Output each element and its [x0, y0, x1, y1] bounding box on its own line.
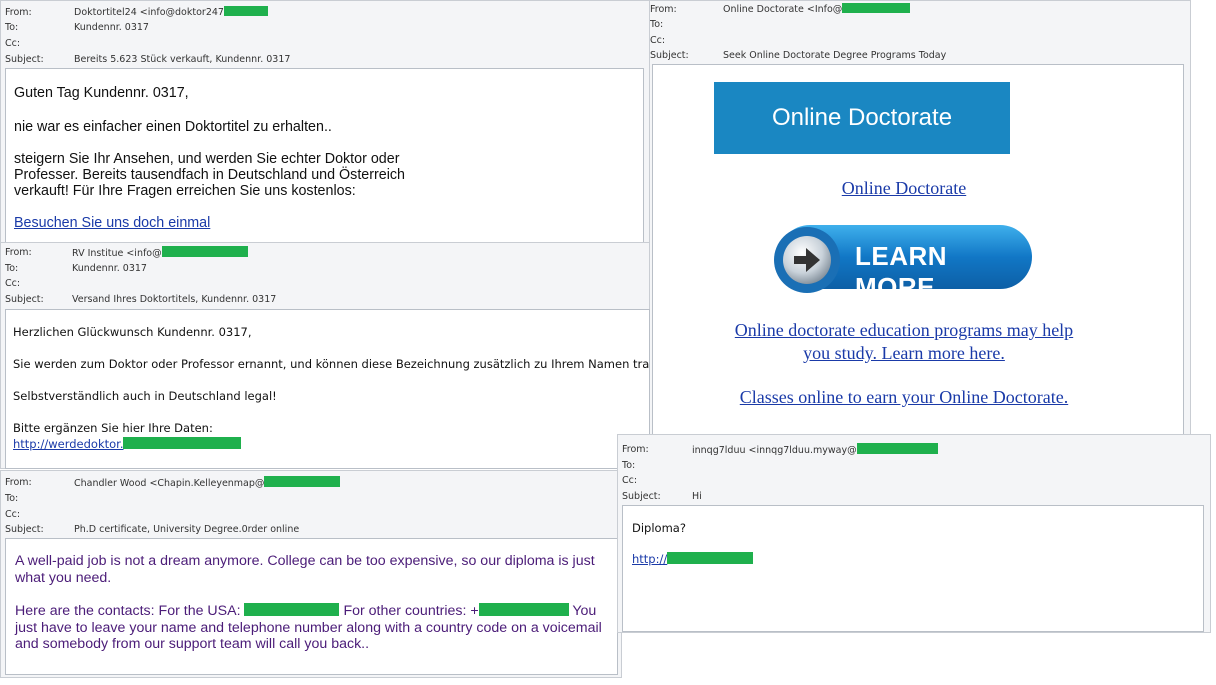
intro-text: nie war es einfacher einen Doktortitel z… [14, 119, 332, 135]
email-header: From: RV Institue <info@ To: Kundennr. 031… [1, 243, 649, 305]
cc-label: Cc: [5, 278, 21, 289]
learn-more-button[interactable]: LEARN MORE [772, 221, 1034, 302]
email-body: Online Doctorate Online Doctorate LEARN … [652, 64, 1184, 439]
from-value: Doktortitel24 <info@doktor247 [74, 6, 268, 20]
subject-label: Subject: [650, 50, 689, 61]
email-header: From: Doktortitel24 <info@doktor247 To: Ku… [1, 1, 649, 65]
learn-more-label: LEARN MORE [855, 241, 948, 302]
subject-value: Ph.D certificate, University Degree.0rde… [74, 524, 300, 535]
cc-label: Cc: [5, 38, 21, 49]
redaction-bar [244, 603, 340, 616]
to-label: To: [5, 22, 19, 33]
redaction-bar [478, 603, 569, 616]
online-doctorate-link[interactable]: Online Doctorate [653, 178, 1155, 199]
to-label: To: [650, 19, 664, 30]
cc-label: Cc: [5, 509, 21, 520]
email-header: From: Online Doctorate <Info@ To: Cc: Sub… [646, 1, 1190, 63]
from-label: From: [5, 247, 32, 258]
body-text-line: Professer. Bereits tausendfach in Deutsc… [14, 167, 405, 183]
redaction-bar [223, 6, 268, 16]
diploma-link[interactable]: http:// [632, 552, 754, 566]
redaction-bar [667, 552, 754, 564]
to-value: Kundennr. 0317 [74, 22, 149, 33]
subject-label: Subject: [5, 54, 44, 65]
from-label: From: [650, 4, 677, 15]
email-body: Herzlichen Glückwunsch Kundennr. 0317, S… [5, 309, 650, 469]
subject-value: Versand Ihres Doktortitels, Kundennr. 03… [72, 294, 277, 305]
redaction-bar [264, 476, 341, 487]
subject-value: Seek Online Doctorate Degree Programs To… [723, 50, 947, 61]
to-label: To: [5, 263, 19, 274]
body-text: Bitte ergänzen Sie hier Ihre Daten: [13, 421, 213, 435]
email-rv-institue: From: RV Institue <info@ To: Kundennr. 031… [0, 242, 650, 469]
to-label: To: [5, 493, 19, 504]
visit-us-link[interactable]: Besuchen Sie uns doch einmal [14, 215, 210, 231]
email-header: From: innqg7lduu <innqg7lduu.myway@ To: C… [618, 435, 1210, 502]
subject-label: Subject: [5, 294, 44, 305]
body-text: Diploma? [632, 521, 686, 535]
education-programs-link-line2[interactable]: you study. Learn more here. [803, 343, 1005, 363]
email-header: From: Chandler Wood <Chapin.Kelleyenmap@ … [1, 471, 621, 535]
body-text: Sie werden zum Doktor oder Professor ern… [13, 357, 650, 371]
greeting-text: Herzlichen Glückwunsch Kundennr. 0317, [13, 325, 252, 339]
cc-label: Cc: [650, 35, 666, 46]
body-text: Selbstverständlich auch in Deutschland l… [13, 389, 277, 403]
greeting-text: Guten Tag Kundennr. 0317, [14, 85, 189, 101]
from-value: Online Doctorate <Info@ [723, 3, 911, 17]
to-label: To: [622, 460, 636, 471]
register-link[interactable]: http://werdedoktor. [13, 437, 242, 451]
from-label: From: [622, 444, 649, 455]
email-doktortitel24: From: Doktortitel24 <info@doktor247 To: Ku… [0, 0, 650, 246]
contacts-text: Here are the contacts: For the USA: For … [15, 603, 602, 652]
email-online-doctorate: From: Online Doctorate <Info@ To: Cc: Sub… [645, 0, 1191, 440]
from-label: From: [5, 7, 32, 18]
subject-label: Subject: [5, 524, 44, 535]
body-text: A well-paid job is not a dream anymore. … [15, 553, 595, 586]
from-value: innqg7lduu <innqg7lduu.myway@ [692, 443, 938, 458]
redaction-bar [856, 443, 938, 454]
email-body: A well-paid job is not a dream anymore. … [5, 538, 618, 675]
online-doctorate-banner: Online Doctorate [714, 82, 1010, 154]
email-body: Guten Tag Kundennr. 0317, nie war es ein… [5, 68, 644, 246]
redaction-bar [161, 246, 248, 257]
body-text-line: verkauft! Für Ihre Fragen erreichen Sie … [14, 183, 356, 199]
subject-value: Bereits 5.623 Stück verkauft, Kundennr. … [74, 54, 291, 65]
from-label: From: [5, 477, 32, 488]
from-value: Chandler Wood <Chapin.Kelleyenmap@ [74, 476, 341, 491]
subject-label: Subject: [622, 491, 661, 502]
email-chandler-wood: From: Chandler Wood <Chapin.Kelleyenmap@ … [0, 470, 622, 678]
from-value: RV Institue <info@ [72, 246, 248, 261]
redaction-bar [123, 437, 242, 449]
subject-value: Hi [692, 491, 702, 502]
cc-label: Cc: [622, 475, 638, 486]
education-programs-link-line1[interactable]: Online doctorate education programs may … [735, 320, 1073, 340]
email-diploma: From: innqg7lduu <innqg7lduu.myway@ To: C… [617, 434, 1211, 633]
to-value: Kundennr. 0317 [72, 263, 147, 274]
body-text-line: steigern Sie Ihr Ansehen, und werden Sie… [14, 151, 400, 167]
classes-online-link[interactable]: Classes online to earn your Online Docto… [653, 387, 1155, 408]
email-body: Diploma? http:// [622, 505, 1204, 632]
redaction-bar [842, 3, 911, 13]
